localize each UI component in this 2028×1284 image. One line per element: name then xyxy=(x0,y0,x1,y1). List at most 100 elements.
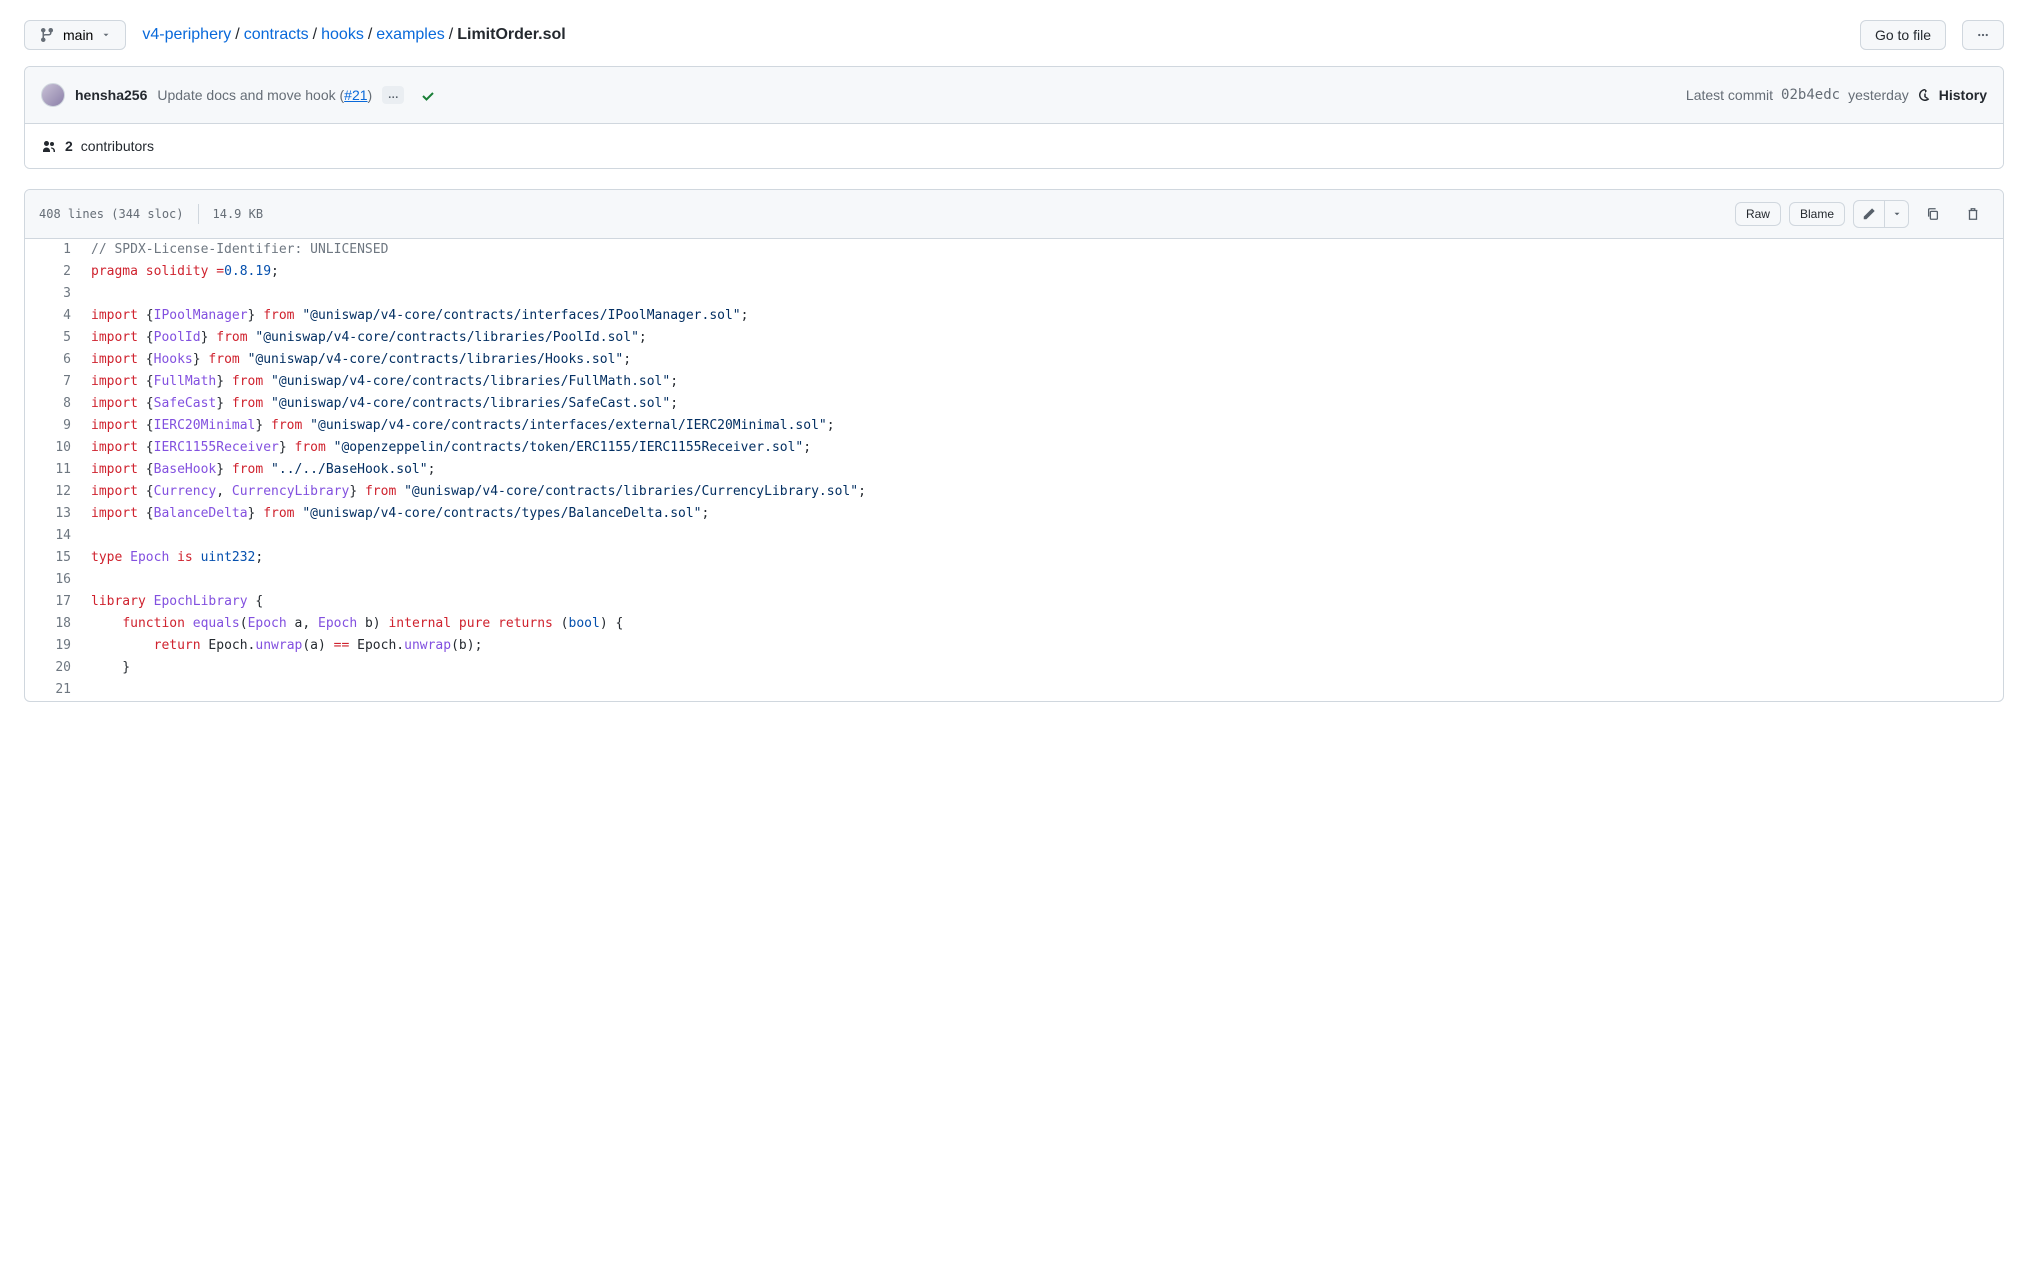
code-content[interactable]: import {Currency, CurrencyLibrary} from … xyxy=(85,481,2003,503)
code-content[interactable]: return Epoch.unwrap(a) == Epoch.unwrap(b… xyxy=(85,635,2003,657)
code-content[interactable]: import {FullMath} from "@uniswap/v4-core… xyxy=(85,371,2003,393)
code-content[interactable]: import {IERC20Minimal} from "@uniswap/v4… xyxy=(85,415,2003,437)
commit-message[interactable]: Update docs and move hook (#21) xyxy=(157,87,372,103)
code-line: 2pragma solidity =0.8.19; xyxy=(25,261,2003,283)
code-content[interactable]: import {SafeCast} from "@uniswap/v4-core… xyxy=(85,393,2003,415)
line-number[interactable]: 10 xyxy=(25,437,85,459)
file-size: 14.9 KB xyxy=(213,207,264,221)
code-line: 12import {Currency, CurrencyLibrary} fro… xyxy=(25,481,2003,503)
line-number[interactable]: 7 xyxy=(25,371,85,393)
kebab-icon xyxy=(1977,27,1989,43)
commit-sha[interactable]: 02b4edc xyxy=(1781,87,1840,103)
breadcrumb-link[interactable]: examples xyxy=(376,26,444,44)
code-content[interactable]: library EpochLibrary { xyxy=(85,591,2003,613)
edit-button[interactable] xyxy=(1853,200,1885,228)
code-line: 10import {IERC1155Receiver} from "@openz… xyxy=(25,437,2003,459)
commit-author[interactable]: hensha256 xyxy=(75,87,147,103)
caret-down-icon xyxy=(101,30,111,40)
line-number[interactable]: 6 xyxy=(25,349,85,371)
code-line: 3 xyxy=(25,283,2003,305)
pr-link[interactable]: #21 xyxy=(344,87,367,103)
contributors-count: 2 xyxy=(65,138,73,154)
code-content[interactable]: import {PoolId} from "@uniswap/v4-core/c… xyxy=(85,327,2003,349)
line-number[interactable]: 17 xyxy=(25,591,85,613)
code-line: 8import {SafeCast} from "@uniswap/v4-cor… xyxy=(25,393,2003,415)
code-line: 6import {Hooks} from "@uniswap/v4-core/c… xyxy=(25,349,2003,371)
blame-button[interactable]: Blame xyxy=(1789,202,1845,226)
line-number[interactable]: 21 xyxy=(25,679,85,701)
line-number[interactable]: 19 xyxy=(25,635,85,657)
raw-button[interactable]: Raw xyxy=(1735,202,1781,226)
people-icon xyxy=(41,138,57,154)
contributors-label: contributors xyxy=(81,138,154,154)
delete-button[interactable] xyxy=(1957,200,1989,228)
line-number[interactable]: 20 xyxy=(25,657,85,679)
code-line: 16 xyxy=(25,569,2003,591)
file-view: 408 lines (344 sloc) 14.9 KB Raw Blame 1 xyxy=(24,189,2004,702)
code-line: 21 xyxy=(25,679,2003,701)
edit-button-group xyxy=(1853,200,1909,228)
line-number[interactable]: 15 xyxy=(25,547,85,569)
code-content[interactable] xyxy=(85,283,2003,305)
code-line: 5import {PoolId} from "@uniswap/v4-core/… xyxy=(25,327,2003,349)
edit-dropdown-button[interactable] xyxy=(1885,200,1909,228)
line-number[interactable]: 1 xyxy=(25,239,85,261)
contributors-row[interactable]: 2 contributors xyxy=(25,123,2003,168)
latest-commit-label: Latest commit xyxy=(1686,87,1773,103)
breadcrumb-current: LimitOrder.sol xyxy=(457,26,565,44)
breadcrumb-link[interactable]: hooks xyxy=(321,26,364,44)
caret-down-icon xyxy=(1892,209,1902,219)
code-content[interactable] xyxy=(85,679,2003,701)
branch-selector[interactable]: main xyxy=(24,20,126,50)
code-content[interactable]: import {IERC1155Receiver} from "@openzep… xyxy=(85,437,2003,459)
pencil-icon xyxy=(1862,207,1876,221)
code-content[interactable]: import {Hooks} from "@uniswap/v4-core/co… xyxy=(85,349,2003,371)
go-to-file-button[interactable]: Go to file xyxy=(1860,20,1946,50)
line-number[interactable]: 13 xyxy=(25,503,85,525)
code-line: 4import {IPoolManager} from "@uniswap/v4… xyxy=(25,305,2003,327)
history-link[interactable]: History xyxy=(1917,87,1987,103)
more-options-button[interactable] xyxy=(1962,20,2004,50)
code-content[interactable]: pragma solidity =0.8.19; xyxy=(85,261,2003,283)
line-number[interactable]: 11 xyxy=(25,459,85,481)
file-line-stats: 408 lines (344 sloc) xyxy=(39,207,184,221)
file-header-bar: main v4-periphery / contracts / hooks / … xyxy=(24,20,2004,50)
code-content[interactable]: } xyxy=(85,657,2003,679)
code-content[interactable]: import {BalanceDelta} from "@uniswap/v4-… xyxy=(85,503,2003,525)
code-content[interactable]: type Epoch is uint232; xyxy=(85,547,2003,569)
copy-icon xyxy=(1926,207,1940,221)
breadcrumb: v4-periphery / contracts / hooks / examp… xyxy=(142,26,1844,44)
code-content[interactable] xyxy=(85,569,2003,591)
code-line: 17library EpochLibrary { xyxy=(25,591,2003,613)
line-number[interactable]: 3 xyxy=(25,283,85,305)
code-content[interactable] xyxy=(85,525,2003,547)
line-number[interactable]: 2 xyxy=(25,261,85,283)
avatar[interactable] xyxy=(41,83,65,107)
line-number[interactable]: 8 xyxy=(25,393,85,415)
commit-summary-box: hensha256 Update docs and move hook (#21… xyxy=(24,66,2004,169)
line-number[interactable]: 14 xyxy=(25,525,85,547)
breadcrumb-link[interactable]: v4-periphery xyxy=(142,26,231,44)
copy-button[interactable] xyxy=(1917,200,1949,228)
code-content[interactable]: import {BaseHook} from "../../BaseHook.s… xyxy=(85,459,2003,481)
line-number[interactable]: 4 xyxy=(25,305,85,327)
line-number[interactable]: 9 xyxy=(25,415,85,437)
code-content[interactable]: import {IPoolManager} from "@uniswap/v4-… xyxy=(85,305,2003,327)
line-number[interactable]: 18 xyxy=(25,613,85,635)
file-actions: Raw Blame xyxy=(1735,200,1989,228)
line-number[interactable]: 5 xyxy=(25,327,85,349)
breadcrumb-link[interactable]: contracts xyxy=(244,26,309,44)
code-content[interactable]: function equals(Epoch a, Epoch b) intern… xyxy=(85,613,2003,635)
line-number[interactable]: 16 xyxy=(25,569,85,591)
expand-message-button[interactable]: … xyxy=(382,86,404,104)
trash-icon xyxy=(1966,207,1980,221)
code-content[interactable]: // SPDX-License-Identifier: UNLICENSED xyxy=(85,239,2003,261)
line-number[interactable]: 12 xyxy=(25,481,85,503)
code-line: 7import {FullMath} from "@uniswap/v4-cor… xyxy=(25,371,2003,393)
code-line: 14 xyxy=(25,525,2003,547)
code-line: 13import {BalanceDelta} from "@uniswap/v… xyxy=(25,503,2003,525)
code-line: 15type Epoch is uint232; xyxy=(25,547,2003,569)
history-icon xyxy=(1917,87,1933,103)
checks-passed-icon[interactable] xyxy=(420,86,436,103)
commit-meta: Latest commit 02b4edc yesterday History xyxy=(1686,87,1987,103)
